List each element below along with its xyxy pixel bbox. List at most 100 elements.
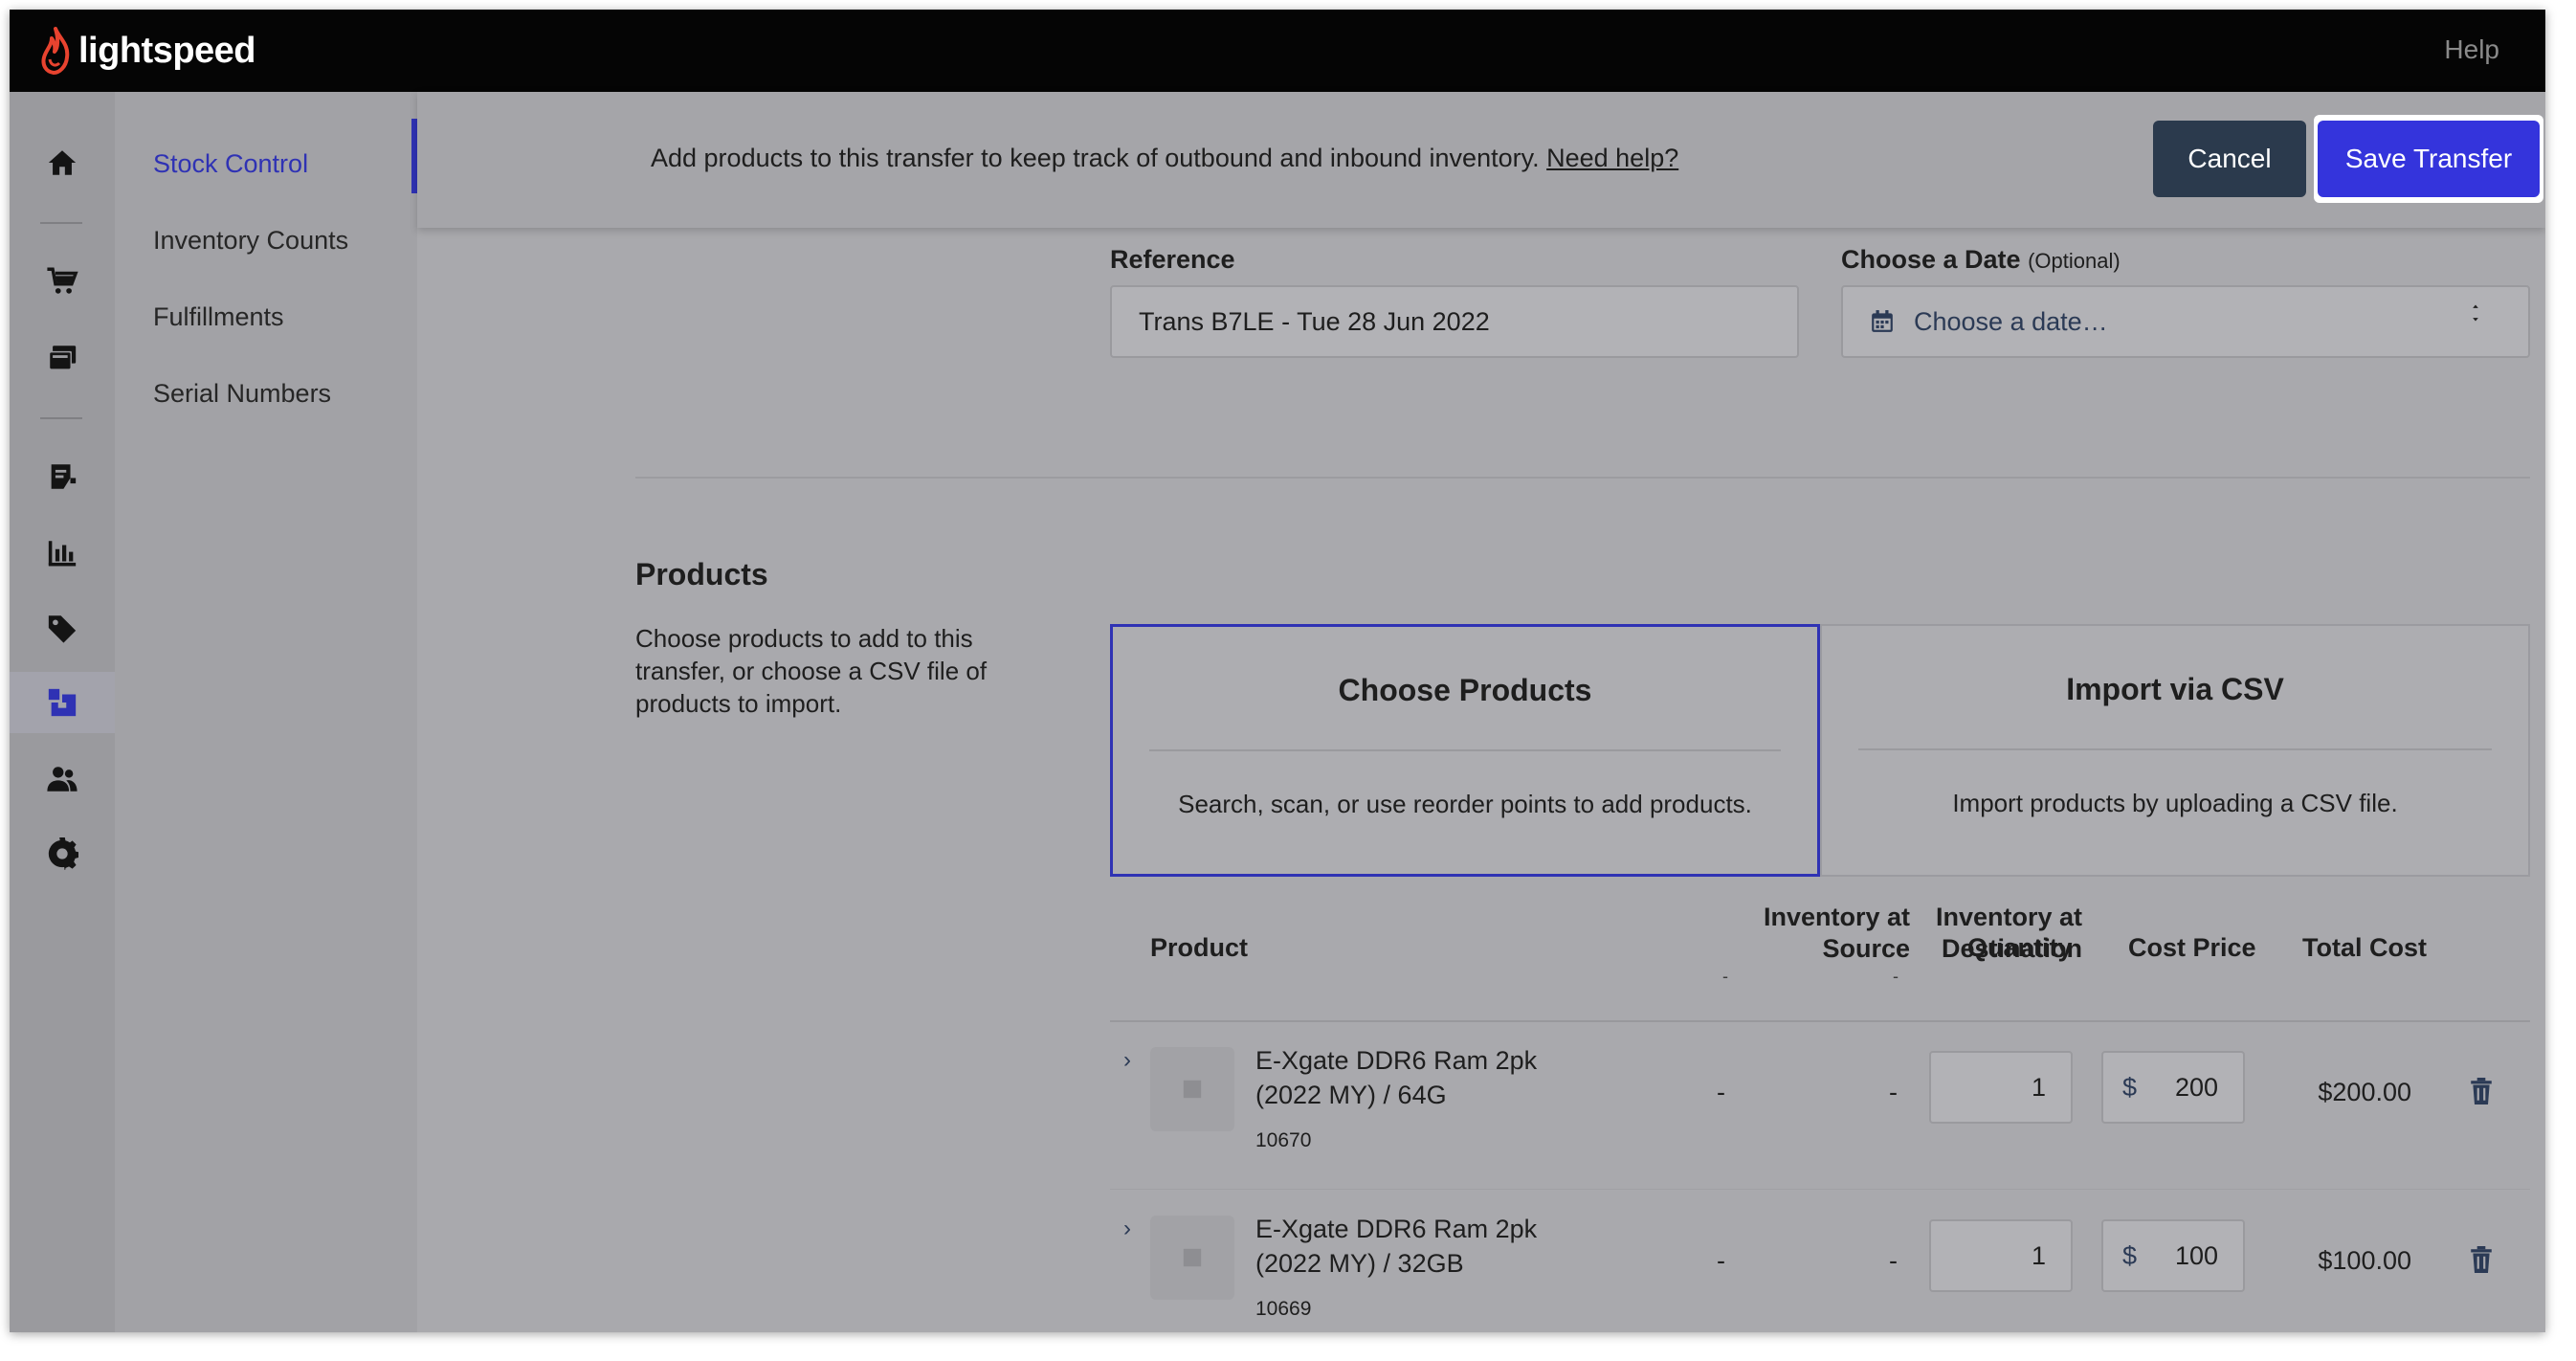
invoice-icon [51, 464, 77, 489]
subnav-item-serial-numbers[interactable]: Serial Numbers [153, 379, 331, 409]
cost-value: 200 [2174, 1072, 2218, 1102]
nav-reports[interactable] [10, 523, 115, 584]
message-text: Add products to this transfer to keep tr… [651, 144, 1540, 172]
image-placeholder-icon [1183, 1248, 1202, 1267]
card-divider [1149, 749, 1781, 751]
product-sku: 10669 [1255, 1298, 1312, 1320]
trash-icon [2471, 1246, 2492, 1273]
customers-icon [47, 767, 78, 792]
total-cost-value: $200.00 [2318, 1078, 2411, 1106]
reports-icon [48, 541, 77, 567]
inventory-destination-value: - [1889, 1078, 1898, 1106]
date-picker-input[interactable]: Choose a date… [1841, 285, 2530, 358]
inventory-subnav: Stock Control Inventory Counts Fulfillme… [115, 92, 417, 1332]
row-divider [1110, 1189, 2530, 1190]
reference-input[interactable]: Trans B7LE - Tue 28 Jun 2022 [1110, 285, 1799, 358]
product-name-line: (2022 MY) / 64G [1255, 1081, 1447, 1109]
date-optional-text: (Optional) [2028, 249, 2121, 273]
top-bar: lightspeed Help [10, 10, 2545, 92]
card-description: Import products by uploading a CSV file. [1952, 789, 2398, 817]
lightspeed-logo[interactable]: lightspeed [38, 27, 256, 75]
quantity-input[interactable]: 1 [1929, 1219, 2073, 1292]
cart-icon [47, 267, 78, 294]
products-description: Choose products to add to this transfer,… [635, 624, 988, 718]
help-link[interactable]: Help [2444, 34, 2499, 65]
card-divider [1858, 748, 2492, 750]
date-placeholder: Choose a date… [1914, 306, 2108, 336]
nav-customers[interactable] [10, 748, 115, 810]
subnav-item-stock-control[interactable]: Stock Control [153, 149, 308, 179]
products-title: Products [635, 557, 768, 591]
quantity-value: 1 [2031, 1072, 2046, 1102]
product-name[interactable]: E-Xgate DDR6 Ram 2pk (2022 MY) / 32GB [1255, 1212, 1571, 1281]
section-divider [635, 477, 2530, 479]
card-title: Import via CSV [2066, 672, 2284, 706]
inventory-destination-value: - [1889, 1246, 1898, 1275]
register-icon [48, 346, 77, 370]
product-thumbnail [1150, 1216, 1234, 1300]
flame-icon [41, 27, 70, 75]
cost-value: 100 [2174, 1240, 2218, 1270]
nav-sell[interactable] [10, 251, 115, 312]
nav-inventory[interactable] [10, 672, 115, 733]
product-name-line: E-Xgate DDR6 Ram 2pk [1255, 1046, 1538, 1075]
app-window: lightspeed Help Stock Control Inventory … [10, 10, 2545, 1332]
settings-icon [48, 837, 78, 870]
product-name-line: E-Xgate DDR6 Ram 2pk [1255, 1215, 1538, 1243]
nav-settings[interactable] [10, 823, 115, 884]
cancel-button[interactable]: Cancel [2153, 121, 2306, 197]
column-header-product: Product [1150, 933, 1249, 962]
column-header-total-cost: Total Cost [2302, 933, 2427, 962]
product-name[interactable]: E-Xgate DDR6 Ram 2pk (2022 MY) / 64G [1255, 1043, 1571, 1112]
save-button-highlight: Save Transfer [2314, 115, 2543, 203]
subnav-item-inventory-counts[interactable]: Inventory Counts [153, 226, 348, 256]
transfer-action-bar: Add products to this transfer to keep tr… [417, 92, 2545, 228]
spinner-icon[interactable] [2463, 301, 2488, 325]
card-title: Choose Products [1338, 673, 1592, 707]
date-label-text: Choose a Date [1841, 245, 2021, 274]
currency-symbol: $ [2122, 1072, 2138, 1102]
image-placeholder-icon [1183, 1080, 1202, 1099]
date-label: Choose a Date (Optional) [1841, 245, 2121, 275]
transfer-form: Reference Trans B7LE - Tue 28 Jun 2022 C… [417, 228, 2545, 1332]
header-line: Inventory at [1935, 903, 2082, 931]
product-name-line: (2022 MY) / 32GB [1255, 1249, 1464, 1278]
delete-row-button[interactable] [2469, 1246, 2494, 1273]
cost-price-input[interactable]: $ 200 [2101, 1051, 2245, 1124]
save-transfer-button[interactable]: Save Transfer [2318, 121, 2540, 197]
delete-row-button[interactable] [2469, 1078, 2494, 1104]
choose-products-card[interactable]: Choose Products Search, scan, or use reo… [1110, 624, 1820, 877]
main-nav-rail [10, 92, 115, 1332]
home-icon [48, 150, 77, 175]
nav-invoices[interactable] [10, 446, 115, 507]
expand-chevron-icon[interactable]: › [1123, 1216, 1131, 1242]
nav-divider [40, 222, 82, 224]
inventory-icon [48, 688, 77, 717]
nav-divider [40, 417, 82, 419]
need-help-link[interactable]: Need help? [1546, 144, 1678, 172]
expand-chevron-icon[interactable]: › [1123, 1047, 1131, 1074]
import-csv-card[interactable]: Import via CSV Import products by upload… [1820, 624, 2530, 877]
nav-products[interactable] [10, 597, 115, 658]
quantity-input[interactable]: 1 [1929, 1051, 2073, 1124]
reference-label: Reference [1110, 245, 1235, 274]
product-thumbnail [1150, 1047, 1234, 1131]
nav-register[interactable] [10, 327, 115, 389]
action-bar-message: Add products to this transfer to keep tr… [651, 144, 1678, 173]
reference-value: Trans B7LE - Tue 28 Jun 2022 [1139, 306, 1490, 336]
inventory-source-value: - [1717, 1246, 1725, 1275]
inventory-source-total: - [1722, 967, 1728, 986]
quantity-value: 1 [2031, 1240, 2046, 1270]
subnav-item-fulfillments[interactable]: Fulfillments [153, 302, 284, 332]
trash-icon [2471, 1078, 2492, 1104]
product-sku: 10670 [1255, 1129, 1312, 1151]
nav-home[interactable] [10, 132, 115, 193]
column-header-cost-price: Cost Price [2128, 933, 2256, 962]
calendar-icon [1872, 310, 1893, 332]
logo-text: lightspeed [78, 30, 256, 71]
inventory-destination-total: - [1893, 967, 1899, 986]
cost-price-input[interactable]: $ 100 [2101, 1219, 2245, 1292]
total-cost-value: $100.00 [2318, 1246, 2411, 1275]
table-header-divider [1110, 1020, 2530, 1022]
currency-symbol: $ [2122, 1240, 2138, 1270]
